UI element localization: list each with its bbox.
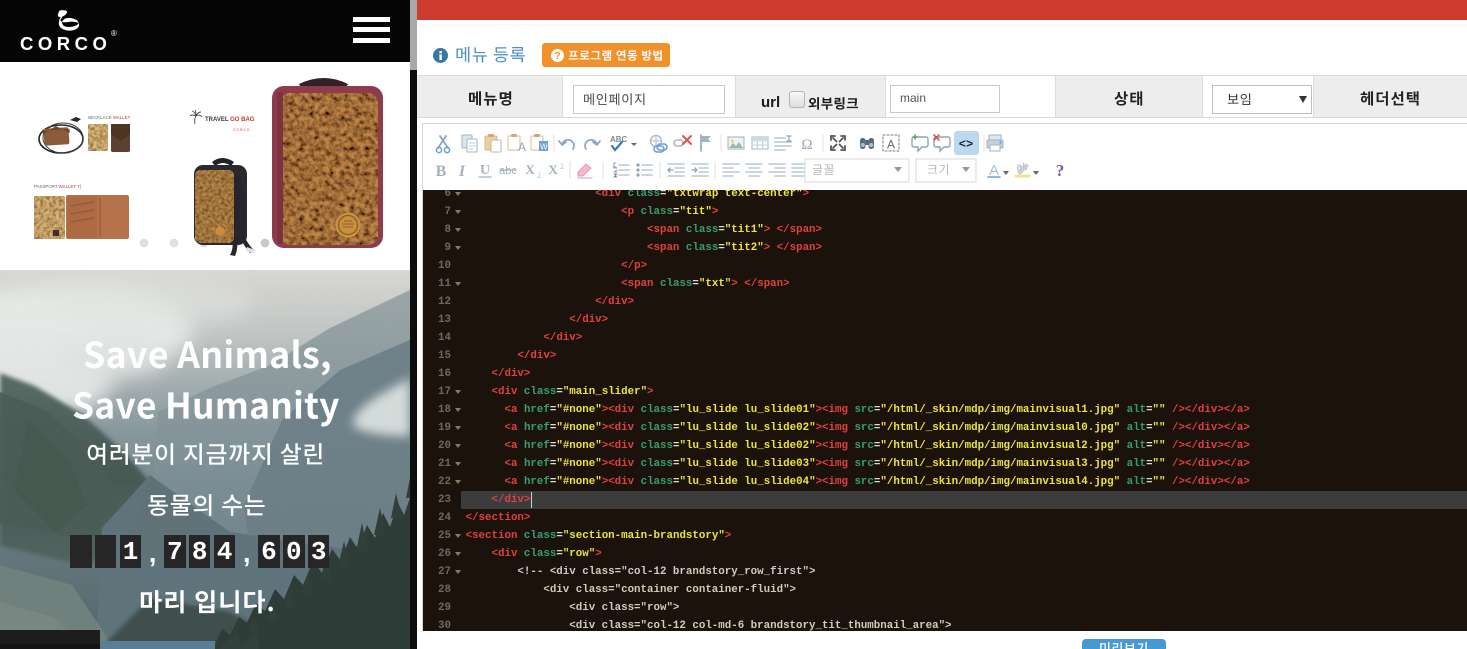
svg-text:X: X	[548, 162, 558, 177]
svg-text:?: ?	[554, 51, 560, 62]
svg-text:PASSPORT WALLET 7(: PASSPORT WALLET 7(	[34, 184, 82, 189]
svg-text:Ω: Ω	[801, 137, 812, 153]
svg-text:A: A	[887, 138, 895, 152]
svg-text:C O R C O: C O R C O	[233, 128, 250, 132]
svg-text:U: U	[480, 163, 490, 178]
svg-text:NECKLACE WALLET: NECKLACE WALLET	[88, 115, 131, 120]
svg-text:?: ?	[1056, 161, 1065, 180]
svg-text:W: W	[540, 143, 548, 152]
svg-text:2: 2	[537, 171, 541, 180]
svg-text:X: X	[525, 162, 535, 177]
svg-text:A: A	[518, 140, 526, 154]
svg-text:<>: <>	[959, 138, 973, 152]
svg-text:abc: abc	[499, 165, 517, 177]
svg-text:I: I	[458, 163, 466, 180]
svg-text:B: B	[436, 163, 447, 180]
svg-text:ABC: ABC	[610, 135, 628, 144]
svg-text:TRAVEL GO BAG: TRAVEL GO BAG	[205, 117, 255, 123]
svg-text:2: 2	[560, 162, 564, 171]
